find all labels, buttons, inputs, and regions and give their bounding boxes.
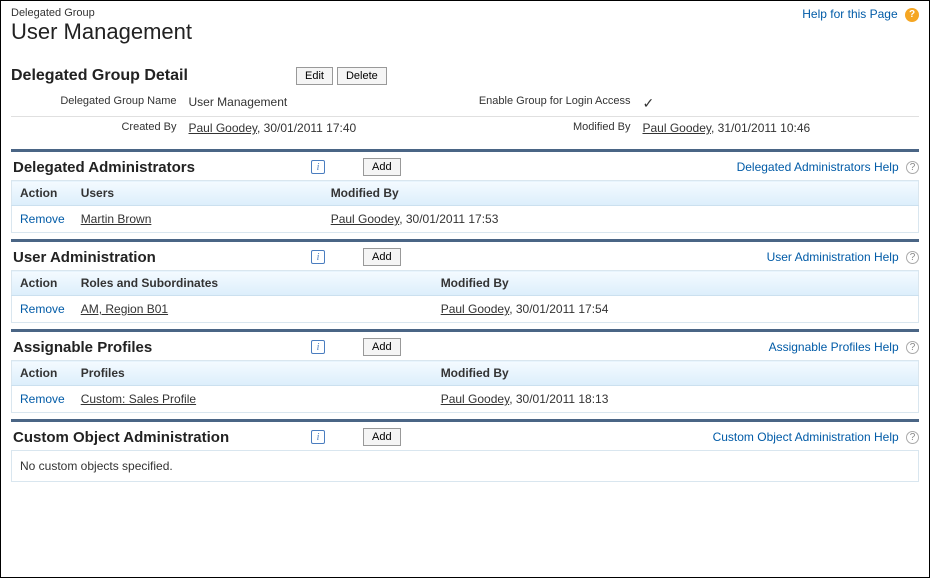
help-icon[interactable]: ? — [905, 8, 919, 22]
edit-button[interactable]: Edit — [296, 67, 333, 85]
col-roles: Roles and Subordinates — [73, 271, 433, 296]
section-title-delegated-admins: Delegated Administrators — [11, 159, 311, 176]
page-help-text[interactable]: Help for this Page — [802, 7, 897, 21]
info-icon[interactable]: i — [311, 160, 325, 174]
col-modified: Modified By — [433, 271, 919, 296]
login-label: Enable Group for Login Access — [465, 91, 637, 117]
info-icon[interactable]: i — [311, 250, 325, 264]
section-user-admin: User Administration i Add User Administr… — [11, 239, 919, 323]
created-by-user[interactable]: Paul Goodey — [189, 121, 258, 135]
grid-profiles: Action Profiles Modified By Remove Custo… — [11, 360, 919, 413]
info-icon[interactable]: i — [311, 430, 325, 444]
help-link-custom-obj[interactable]: Custom Object Administration Help — [713, 430, 899, 444]
detail-table: Delegated Group Name User Management Ena… — [11, 91, 919, 139]
help-link-user-admin[interactable]: User Administration Help — [767, 250, 899, 264]
modby-ts: , 30/01/2011 18:13 — [509, 392, 608, 406]
modby-user[interactable]: Paul Goodey — [441, 302, 510, 316]
help-link-profiles[interactable]: Assignable Profiles Help — [769, 340, 899, 354]
add-button-custom-obj[interactable]: Add — [363, 428, 401, 446]
table-row: Remove Custom: Sales Profile Paul Goodey… — [12, 386, 919, 413]
col-profiles: Profiles — [73, 361, 433, 386]
remove-link[interactable]: Remove — [20, 212, 65, 226]
section-title-profiles: Assignable Profiles — [11, 339, 311, 356]
name-label: Delegated Group Name — [11, 91, 183, 117]
created-by-label: Created By — [11, 117, 183, 140]
page-title: User Management — [11, 19, 919, 45]
col-users: Users — [73, 181, 323, 206]
grid-delegated-admins: Action Users Modified By Remove Martin B… — [11, 180, 919, 233]
section-delegated-admins: Delegated Administrators i Add Delegated… — [11, 149, 919, 233]
empty-message: No custom objects specified. — [11, 450, 919, 482]
help-icon-sm[interactable]: ? — [906, 161, 919, 174]
table-row: Remove AM, Region B01 Paul Goodey, 30/01… — [12, 296, 919, 323]
col-action: Action — [12, 361, 73, 386]
modby-ts: , 30/01/2011 17:53 — [399, 212, 498, 226]
profile-link[interactable]: Custom: Sales Profile — [81, 392, 196, 406]
section-custom-obj: Custom Object Administration i Add Custo… — [11, 419, 919, 482]
remove-link[interactable]: Remove — [20, 302, 65, 316]
add-button-user-admin[interactable]: Add — [363, 248, 401, 266]
detail-title: Delegated Group Detail — [11, 67, 296, 85]
modby-user[interactable]: Paul Goodey — [441, 392, 510, 406]
help-icon-sm[interactable]: ? — [906, 341, 919, 354]
col-action: Action — [12, 181, 73, 206]
info-icon[interactable]: i — [311, 340, 325, 354]
col-action: Action — [12, 271, 73, 296]
section-title-user-admin: User Administration — [11, 249, 311, 266]
section-profiles: Assignable Profiles i Add Assignable Pro… — [11, 329, 919, 413]
modified-by-label: Modified By — [465, 117, 637, 140]
modby-ts: , 30/01/2011 17:54 — [509, 302, 608, 316]
grid-user-admin: Action Roles and Subordinates Modified B… — [11, 270, 919, 323]
add-button-delegated-admins[interactable]: Add — [363, 158, 401, 176]
modby-user[interactable]: Paul Goodey — [331, 212, 400, 226]
page-help-link[interactable]: Help for this Page ? — [802, 7, 919, 22]
delete-button[interactable]: Delete — [337, 67, 387, 85]
modified-by-user[interactable]: Paul Goodey — [642, 121, 711, 135]
role-link[interactable]: AM, Region B01 — [81, 302, 168, 316]
check-icon: ✓ — [642, 95, 654, 111]
name-value: User Management — [183, 91, 465, 117]
modified-by-ts: , 31/01/2011 10:46 — [711, 121, 810, 135]
help-icon-sm[interactable]: ? — [906, 431, 919, 444]
col-modified: Modified By — [323, 181, 919, 206]
add-button-profiles[interactable]: Add — [363, 338, 401, 356]
breadcrumb: Delegated Group — [11, 7, 919, 19]
user-link[interactable]: Martin Brown — [81, 212, 152, 226]
help-icon-sm[interactable]: ? — [906, 251, 919, 264]
remove-link[interactable]: Remove — [20, 392, 65, 406]
table-row: Remove Martin Brown Paul Goodey, 30/01/2… — [12, 206, 919, 233]
col-modified: Modified By — [433, 361, 919, 386]
created-by-ts: , 30/01/2011 17:40 — [257, 121, 356, 135]
help-link-delegated-admins[interactable]: Delegated Administrators Help — [737, 160, 899, 174]
section-title-custom-obj: Custom Object Administration — [11, 429, 311, 446]
